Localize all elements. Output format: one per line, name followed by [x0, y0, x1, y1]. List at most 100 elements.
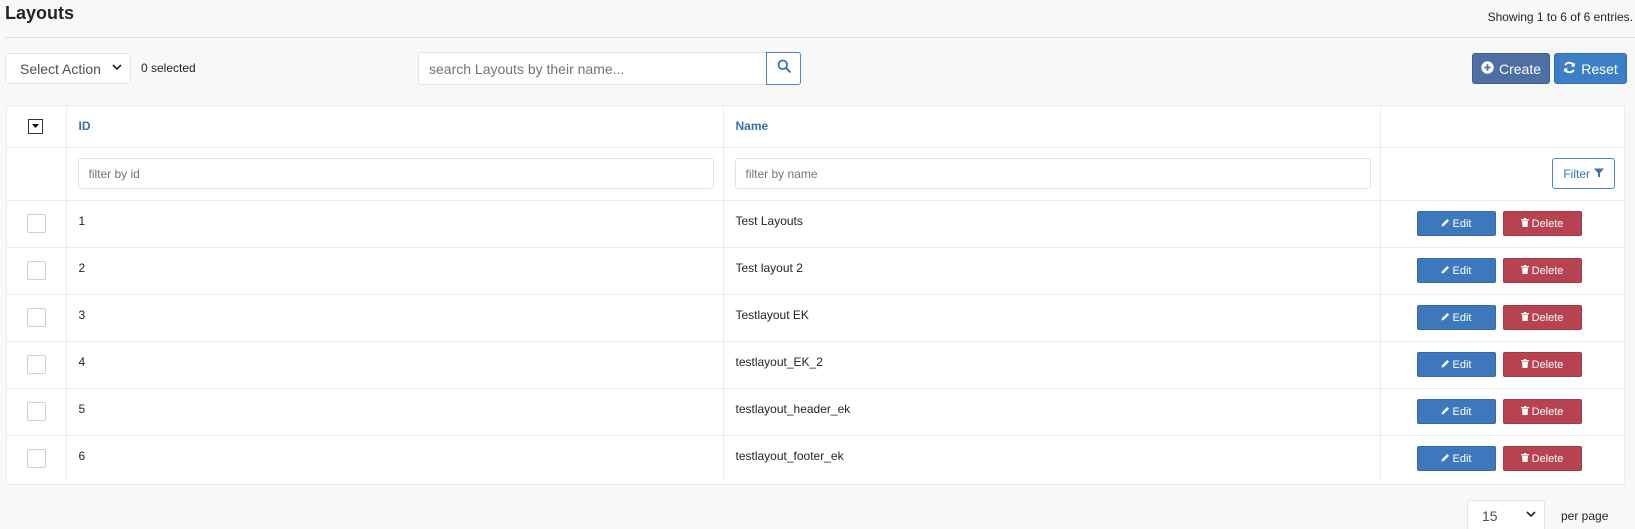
select-all-checkbox[interactable] — [28, 118, 43, 134]
row-id-cell: 3 — [66, 294, 724, 342]
header-divider — [5, 37, 1635, 38]
edit-button[interactable]: Edit — [1416, 399, 1496, 424]
row-id-cell: 4 — [66, 341, 724, 389]
trash-icon — [1520, 311, 1529, 324]
table-row: 1 Test Layouts Edit Delete — [7, 200, 1625, 248]
select-action-dropdown[interactable]: Select Action — [5, 53, 131, 84]
row-name-cell: Testlayout EK — [723, 294, 1381, 342]
select-all-cell — [7, 106, 67, 148]
column-header-name: Name — [723, 106, 1381, 148]
table-row: 2 Test layout 2 Edit Delete — [7, 247, 1625, 295]
trash-icon — [1520, 358, 1529, 371]
edit-label: Edit — [1452, 217, 1472, 230]
edit-label: Edit — [1452, 405, 1472, 418]
row-id-cell: 6 — [66, 435, 724, 482]
row-id: 6 — [78, 448, 86, 463]
table-row: 3 Testlayout EK Edit Delete — [7, 294, 1625, 342]
search-bar — [418, 52, 801, 85]
delete-button[interactable]: Delete — [1502, 258, 1582, 283]
edit-label: Edit — [1452, 452, 1472, 465]
row-select-cell — [7, 341, 67, 389]
row-name: testlayout_header_ek — [735, 401, 851, 416]
selected-count: 0 selected — [141, 61, 196, 75]
row-checkbox[interactable] — [27, 449, 46, 469]
row-name: testlayout_footer_ek — [735, 448, 844, 463]
row-name-cell: Test layout 2 — [723, 247, 1381, 295]
row-select-cell — [7, 247, 67, 295]
edit-button[interactable]: Edit — [1416, 305, 1496, 330]
delete-label: Delete — [1531, 452, 1564, 465]
column-header-id: ID — [66, 106, 724, 148]
row-checkbox[interactable] — [27, 214, 46, 233]
per-page-label: per page — [1561, 509, 1609, 523]
filter-id-input[interactable] — [77, 158, 714, 189]
layouts-table: ID Name Filter — [6, 105, 1625, 485]
filter-button[interactable]: Filter — [1552, 158, 1615, 189]
sort-by-id-link[interactable]: ID — [67, 119, 91, 133]
delete-button[interactable]: Delete — [1502, 399, 1582, 424]
filter-name-input[interactable] — [734, 158, 1371, 189]
caret-down-icon — [32, 123, 39, 130]
row-name: testlayout_EK_2 — [735, 354, 823, 369]
filter-icon — [1594, 167, 1604, 181]
per-page-dropdown[interactable]: 15 — [1467, 500, 1545, 529]
delete-button[interactable]: Delete — [1502, 352, 1582, 377]
row-actions-cell: Edit Delete — [1380, 294, 1625, 342]
layouts-page: Layouts Showing 1 to 6 of 6 entries. Sel… — [0, 0, 1635, 529]
row-actions-cell: Edit Delete — [1380, 200, 1625, 248]
reset-button[interactable]: Reset — [1554, 53, 1627, 84]
filter-button-cell: Filter — [1380, 147, 1624, 201]
delete-button[interactable]: Delete — [1502, 211, 1582, 236]
page-title: Layouts — [5, 3, 75, 23]
delete-label: Delete — [1531, 217, 1564, 230]
filter-row: Filter — [7, 147, 1624, 201]
search-input[interactable] — [418, 52, 766, 85]
sort-by-name-link[interactable]: Name — [724, 119, 769, 133]
delete-label: Delete — [1531, 264, 1564, 277]
delete-button[interactable]: Delete — [1502, 446, 1582, 472]
row-id: 4 — [78, 354, 86, 369]
edit-button[interactable]: Edit — [1416, 446, 1496, 472]
row-name-cell: Test Layouts — [723, 200, 1381, 248]
row-id: 1 — [78, 213, 86, 228]
table-row: 4 testlayout_EK_2 Edit Delete — [7, 341, 1624, 389]
create-button[interactable]: Create — [1472, 53, 1550, 84]
row-actions: Edit Delete — [1381, 305, 1625, 330]
pencil-icon — [1441, 218, 1450, 230]
delete-button[interactable]: Delete — [1502, 305, 1582, 330]
row-actions-cell: Edit Delete — [1380, 388, 1625, 436]
edit-button[interactable]: Edit — [1416, 211, 1496, 236]
row-select-cell — [7, 294, 67, 342]
create-label: Create — [1498, 60, 1542, 77]
row-actions-cell: Edit Delete — [1380, 247, 1625, 295]
pencil-icon — [1441, 265, 1450, 277]
delete-label: Delete — [1531, 358, 1564, 371]
edit-label: Edit — [1452, 358, 1472, 371]
row-id: 3 — [78, 307, 86, 322]
row-actions-cell: Edit Delete — [1380, 435, 1624, 482]
filter-id-cell — [66, 147, 724, 201]
row-actions: Edit Delete — [1381, 258, 1625, 283]
row-checkbox[interactable] — [27, 355, 46, 374]
edit-button[interactable]: Edit — [1416, 258, 1496, 283]
trash-icon — [1520, 264, 1529, 277]
row-actions: Edit Delete — [1381, 399, 1625, 424]
pencil-icon — [1441, 453, 1450, 465]
row-name-cell: testlayout_header_ek — [723, 388, 1381, 436]
edit-button[interactable]: Edit — [1416, 352, 1496, 377]
entries-info: Showing 1 to 6 of 6 entries. — [1487, 10, 1633, 24]
trash-icon — [1520, 217, 1529, 230]
row-checkbox[interactable] — [27, 308, 46, 327]
chevron-down-icon — [1526, 510, 1536, 521]
search-button[interactable] — [766, 52, 801, 85]
row-select-cell — [7, 200, 67, 248]
row-checkbox[interactable] — [27, 402, 46, 421]
per-page-value: 15 — [1482, 507, 1498, 524]
row-name-cell: testlayout_footer_ek — [723, 435, 1381, 482]
row-actions: Edit Delete — [1381, 211, 1625, 236]
row-select-cell — [7, 388, 67, 436]
select-action-label: Select Action — [20, 60, 101, 77]
edit-label: Edit — [1452, 311, 1472, 324]
delete-label: Delete — [1531, 405, 1564, 418]
row-checkbox[interactable] — [27, 261, 46, 280]
